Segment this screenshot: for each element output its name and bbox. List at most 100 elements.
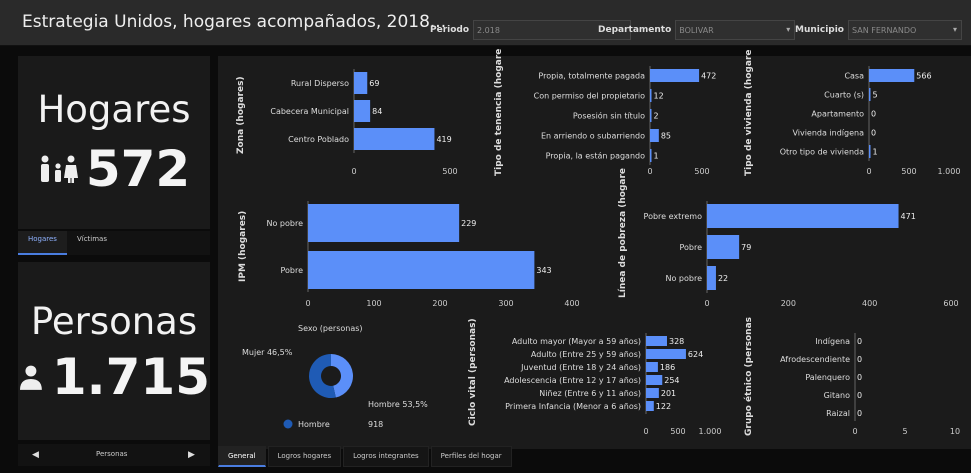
ipm-data-label: 343 [536, 266, 551, 275]
vivienda-category-label: Apartamento [811, 110, 864, 119]
personas-value: 1.715 [51, 348, 210, 406]
ciclo-data-label: 328 [669, 337, 684, 346]
tenencia-bar [650, 69, 700, 82]
vivienda-category-label: Vivienda indígena [792, 129, 864, 138]
top-bar: Estrategia Unidos, hogares acompañados, … [0, 0, 971, 46]
ciclo-bar [646, 336, 667, 346]
vivienda-tick-label: 0 [866, 167, 871, 176]
ciclo-bar [646, 349, 686, 359]
etnico-category-label: Palenquero [805, 373, 850, 382]
person-icon [19, 365, 42, 390]
tenencia-category-label: En arriendo o subarriendo [541, 132, 645, 141]
pobreza-bar [707, 235, 740, 259]
vivienda-tick-label: 500 [901, 167, 916, 176]
pobreza-data-label: 471 [901, 212, 916, 221]
vivienda-bar [869, 69, 915, 82]
ciclo-bar [646, 375, 663, 385]
etnico-tick-label: 5 [902, 427, 907, 436]
hogares-label: Hogares [37, 88, 191, 131]
municipio-select[interactable]: SAN FERNANDO ▾ [848, 20, 962, 40]
departamento-select-value: BOLIVAR [679, 25, 714, 35]
ipm-category-label: No pobre [266, 219, 303, 228]
zona-bar [354, 72, 368, 94]
tab-general[interactable]: General [218, 446, 266, 467]
ciclo-category-label: Adulto mayor (Mayor a 59 años) [512, 337, 641, 346]
etnico-data-label: 0 [857, 337, 862, 346]
vivienda-bar [869, 145, 871, 158]
pobreza-tick-label: 0 [704, 299, 709, 308]
chevron-down-icon: ▾ [786, 25, 791, 34]
ciclo-tick-label: 500 [670, 427, 685, 436]
bottom-tabs: General Logros hogares Logros integrante… [218, 446, 512, 467]
ciclo-data-label: 624 [688, 350, 703, 359]
chevron-down-icon: ▾ [952, 25, 957, 34]
ciclo-bar [646, 388, 659, 398]
pobreza-bar [707, 266, 716, 290]
municipio-select-value: SAN FERNANDO [852, 25, 917, 35]
tenencia-tick-label: 500 [694, 167, 709, 176]
vivienda-data-label: 1 [873, 148, 878, 157]
tab-perfiles-hogar[interactable]: Perfiles del hogar [430, 446, 512, 467]
zona-data-label: 84 [372, 107, 382, 116]
ciclo-bar [646, 362, 658, 372]
ipm-tick-label: 0 [305, 299, 310, 308]
hogares-card: Hogares 572 [18, 56, 210, 229]
tenencia-data-label: 472 [701, 72, 716, 81]
personas-nav: ◀ Personas ▶ [18, 444, 210, 466]
personas-nav-label: Personas [96, 450, 128, 458]
charts-area: Zona (hogares) Tipo de tenencia (hogare … [218, 49, 971, 449]
pobreza-tick-label: 400 [862, 299, 877, 308]
tab-hogares[interactable]: Hogares [18, 231, 67, 255]
tenencia-data-label: 1 [654, 152, 659, 161]
ciclo-category-label: Adolescencia (Entre 12 y 17 años) [504, 376, 641, 385]
next-arrow-icon[interactable]: ▶ [188, 450, 195, 460]
ipm-data-label: 229 [461, 219, 476, 228]
filter-departamento: Departamento BOLIVAR ▾ [598, 20, 796, 40]
etnico-tick-label: 10 [950, 427, 960, 436]
pobreza-category-label: No pobre [665, 274, 702, 283]
prev-arrow-icon[interactable]: ◀ [32, 450, 39, 460]
personas-card: Personas 1.715 [18, 262, 210, 440]
etnico-category-label: Gitano [824, 391, 851, 400]
etnico-data-label: 0 [857, 409, 862, 418]
pobreza-tick-label: 200 [781, 299, 796, 308]
etnico-category-label: Afrodescendiente [780, 355, 850, 364]
ipm-tick-label: 300 [498, 299, 513, 308]
ciclo-data-label: 122 [656, 402, 671, 411]
zona-data-label: 69 [369, 79, 379, 88]
tab-logros-integrantes[interactable]: Logros integrantes [343, 446, 429, 467]
hogares-value-row: 572 [18, 140, 210, 198]
tab-logros-hogares[interactable]: Logros hogares [267, 446, 342, 467]
etnico-data-label: 0 [857, 391, 862, 400]
sexo-legend-label: Hombre [298, 420, 330, 429]
ipm-bar [308, 204, 460, 242]
pobreza-category-label: Pobre [679, 243, 702, 252]
tenencia-data-label: 85 [661, 132, 671, 141]
personas-value-row: 1.715 [18, 348, 210, 406]
tenencia-data-label: 12 [654, 92, 664, 101]
tab-victimas[interactable]: Víctimas [67, 231, 117, 255]
ciclo-bar [646, 401, 654, 411]
zona-bar [354, 128, 435, 150]
tenencia-tick-label: 0 [647, 167, 652, 176]
pobreza-bar [707, 204, 899, 228]
tenencia-data-label: 2 [654, 112, 659, 121]
ciclo-tick-label: 0 [643, 427, 648, 436]
periodo-select-value: 2.018 [477, 25, 500, 35]
ciclo-data-label: 201 [661, 389, 676, 398]
etnico-data-label: 0 [857, 355, 862, 364]
ipm-tick-label: 200 [432, 299, 447, 308]
ipm-tick-label: 400 [564, 299, 579, 308]
sexo-percent-label: Hombre 53,5% [368, 400, 428, 409]
ipm-tick-label: 100 [366, 299, 381, 308]
ipm-category-label: Pobre [280, 266, 303, 275]
etnico-category-label: Indígena [815, 337, 850, 346]
zona-data-label: 419 [436, 135, 451, 144]
tenencia-bar [650, 149, 652, 162]
etnico-category-label: Raizal [826, 409, 850, 418]
charts-canvas: Rural Disperso 69 Cabecera Municipal 84 Cent… [242, 66, 960, 436]
sexo-chart-title: Sexo (personas) [298, 324, 363, 333]
pobreza-data-label: 79 [741, 243, 751, 252]
departamento-select[interactable]: BOLIVAR ▾ [675, 20, 796, 40]
tenencia-category-label: Con permiso del propietario [534, 92, 645, 101]
